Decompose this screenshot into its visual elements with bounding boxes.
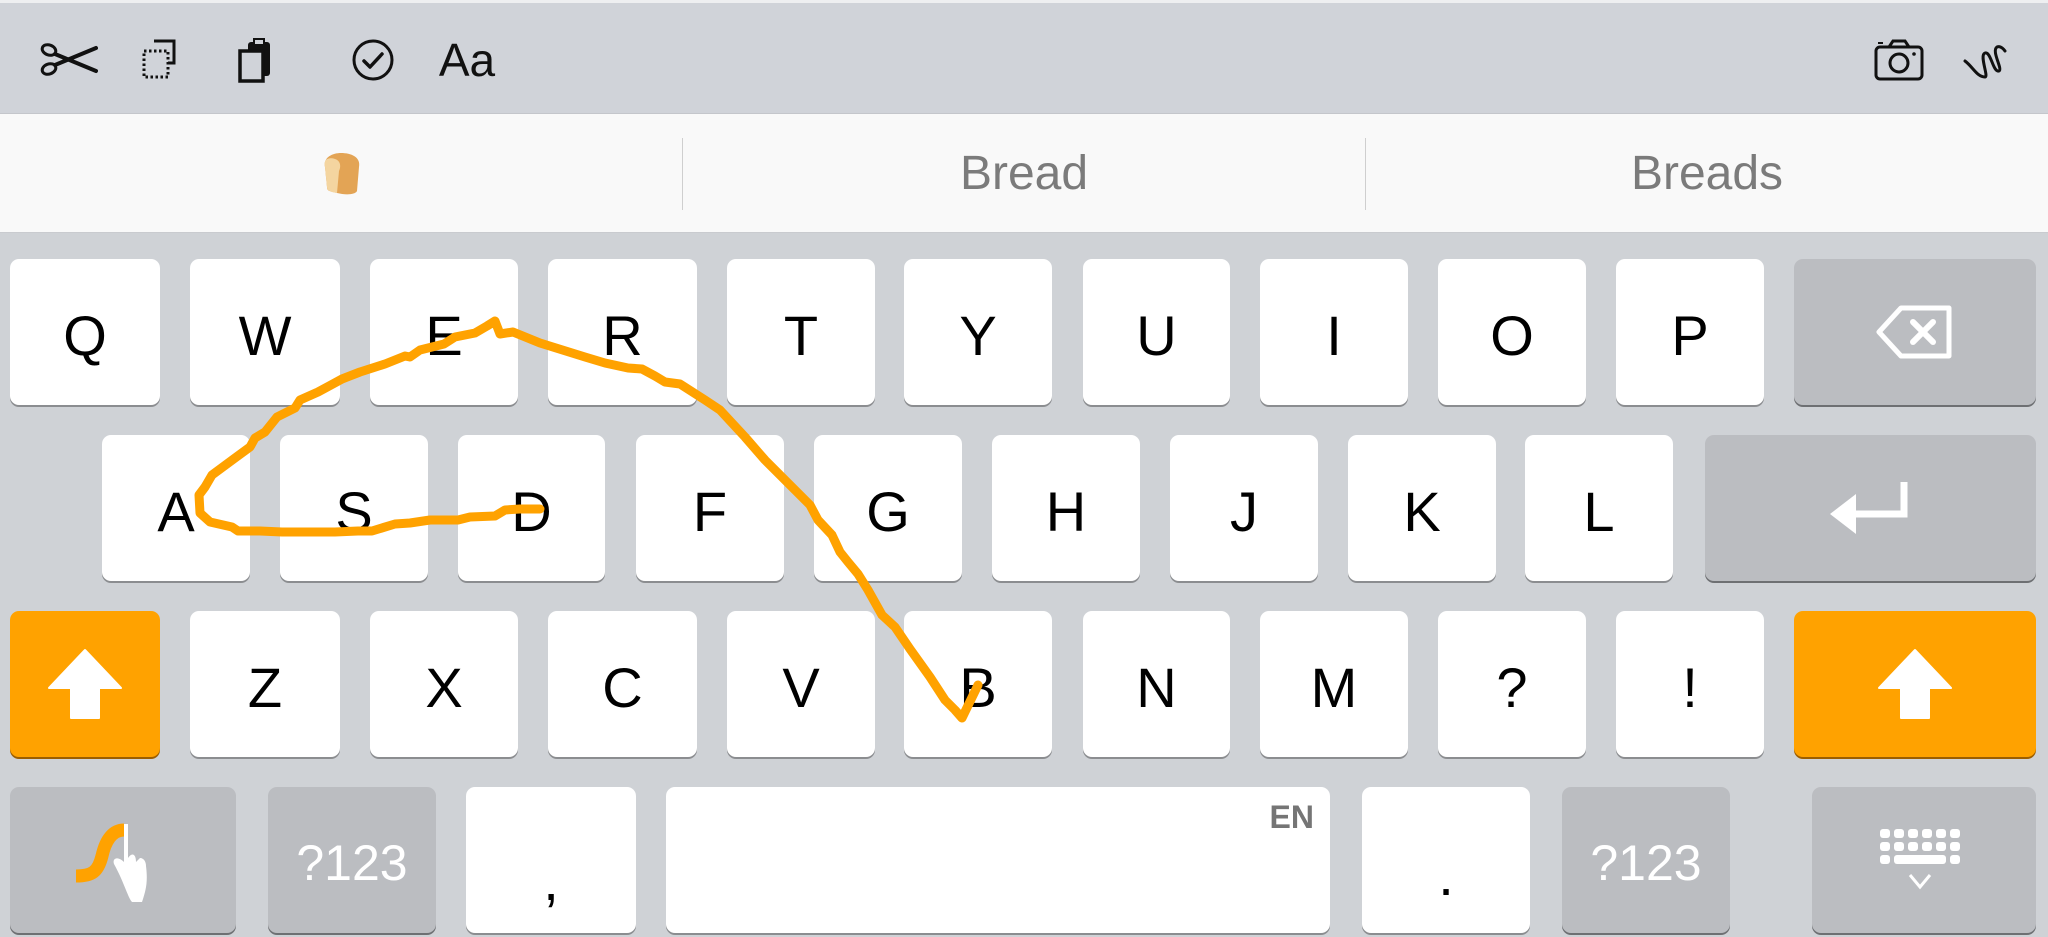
- key-e[interactable]: E: [370, 259, 518, 405]
- key-label: V: [782, 655, 820, 719]
- period-key[interactable]: .: [1362, 787, 1530, 933]
- key-i[interactable]: I: [1260, 259, 1408, 405]
- paste-button[interactable]: [226, 33, 286, 87]
- shift-key-left[interactable]: [10, 611, 160, 757]
- key-r[interactable]: R: [548, 259, 697, 405]
- hide-keyboard-key[interactable]: [1812, 787, 2036, 933]
- space-key[interactable]: EN: [666, 787, 1330, 933]
- key-exclamation[interactable]: !: [1616, 611, 1764, 757]
- handwriting-button[interactable]: [1955, 33, 2015, 87]
- suggestion-word-2[interactable]: Breads: [1366, 114, 2048, 232]
- key-label: B: [959, 655, 997, 719]
- key-label: Y: [959, 303, 997, 367]
- scissors-icon: [40, 43, 98, 76]
- key-s[interactable]: S: [280, 435, 428, 581]
- key-w[interactable]: W: [190, 259, 340, 405]
- key-label: X: [425, 655, 463, 719]
- swype-settings-key[interactable]: [10, 787, 236, 933]
- text-style-button[interactable]: Aa: [432, 33, 502, 87]
- symbols-key-left[interactable]: ?123: [268, 787, 436, 933]
- check-circle-icon: [352, 39, 394, 81]
- key-k[interactable]: K: [1348, 435, 1496, 581]
- select-all-icon: [142, 39, 176, 79]
- suggestion-emoji[interactable]: [0, 114, 682, 232]
- key-label: P: [1671, 303, 1709, 367]
- key-label: ?: [1496, 655, 1528, 719]
- key-label: S: [335, 479, 373, 543]
- keyboard-toolbar: Aa: [0, 3, 2048, 114]
- key-label: O: [1490, 303, 1534, 367]
- camera-icon: [1874, 39, 1924, 81]
- key-o[interactable]: O: [1438, 259, 1586, 405]
- key-label: E: [425, 303, 463, 367]
- key-f[interactable]: F: [636, 435, 784, 581]
- key-d[interactable]: D: [458, 435, 605, 581]
- key-m[interactable]: M: [1260, 611, 1408, 757]
- text-style-label: Aa: [438, 34, 496, 86]
- hide-keyboard-icon: [1880, 829, 1960, 890]
- key-g[interactable]: G: [814, 435, 962, 581]
- key-label: F: [692, 479, 728, 543]
- comma-key[interactable]: ,: [466, 787, 636, 933]
- key-p[interactable]: P: [1616, 259, 1764, 405]
- key-label: I: [1326, 303, 1342, 367]
- key-q[interactable]: Q: [10, 259, 160, 405]
- clipboard-icon: [238, 38, 270, 83]
- key-label: K: [1403, 479, 1441, 543]
- key-h[interactable]: H: [992, 435, 1140, 581]
- spell-check-button[interactable]: [343, 33, 403, 87]
- key-j[interactable]: J: [1170, 435, 1318, 581]
- shift-arrow-icon: [1878, 649, 1952, 719]
- camera-button[interactable]: [1869, 33, 1929, 87]
- key-label: W: [238, 303, 292, 367]
- return-arrow-icon: [1829, 482, 1907, 534]
- key-label: H: [1045, 479, 1087, 543]
- key-label: Z: [247, 655, 283, 719]
- handwriting-squiggle-icon: [1963, 45, 2007, 79]
- key-x[interactable]: X: [370, 611, 518, 757]
- key-label: ?123: [296, 835, 408, 891]
- bread-emoji-icon: [324, 153, 360, 195]
- suggestion-bar: Bread Breads: [0, 114, 2048, 233]
- key-label: C: [602, 655, 643, 719]
- key-label: !: [1682, 655, 1698, 719]
- enter-key[interactable]: [1705, 435, 2036, 581]
- key-t[interactable]: T: [727, 259, 875, 405]
- key-v[interactable]: V: [727, 611, 875, 757]
- shift-arrow-icon: [48, 649, 122, 719]
- key-n[interactable]: N: [1083, 611, 1230, 757]
- key-label: ,: [543, 848, 559, 912]
- language-indicator: EN: [1269, 799, 1314, 835]
- backspace-icon: [1876, 305, 1952, 359]
- key-z[interactable]: Z: [190, 611, 340, 757]
- swype-gesture-icon: [75, 823, 147, 902]
- cut-button[interactable]: [38, 33, 98, 87]
- key-question[interactable]: ?: [1438, 611, 1586, 757]
- key-label: A: [157, 479, 195, 543]
- key-c[interactable]: C: [548, 611, 697, 757]
- key-u[interactable]: U: [1083, 259, 1230, 405]
- key-label: L: [1583, 479, 1615, 543]
- key-label: N: [1136, 655, 1177, 719]
- key-b[interactable]: B: [904, 611, 1052, 757]
- key-label: D: [511, 479, 552, 543]
- backspace-key[interactable]: [1794, 259, 2036, 405]
- key-l[interactable]: L: [1525, 435, 1673, 581]
- shift-key-right[interactable]: [1794, 611, 2036, 757]
- key-label: M: [1310, 655, 1358, 719]
- symbols-key-right[interactable]: ?123: [1562, 787, 1730, 933]
- select-all-button[interactable]: [132, 33, 192, 87]
- key-label: .: [1438, 843, 1454, 907]
- suggestion-word-1[interactable]: Bread: [683, 114, 1365, 232]
- key-a[interactable]: A: [102, 435, 250, 581]
- key-label: U: [1136, 303, 1177, 367]
- key-label: R: [602, 303, 643, 367]
- key-label: ?123: [1590, 835, 1702, 891]
- key-label: T: [783, 303, 819, 367]
- key-label: Q: [63, 303, 107, 367]
- key-y[interactable]: Y: [904, 259, 1052, 405]
- key-label: G: [866, 479, 910, 543]
- key-label: J: [1230, 479, 1258, 543]
